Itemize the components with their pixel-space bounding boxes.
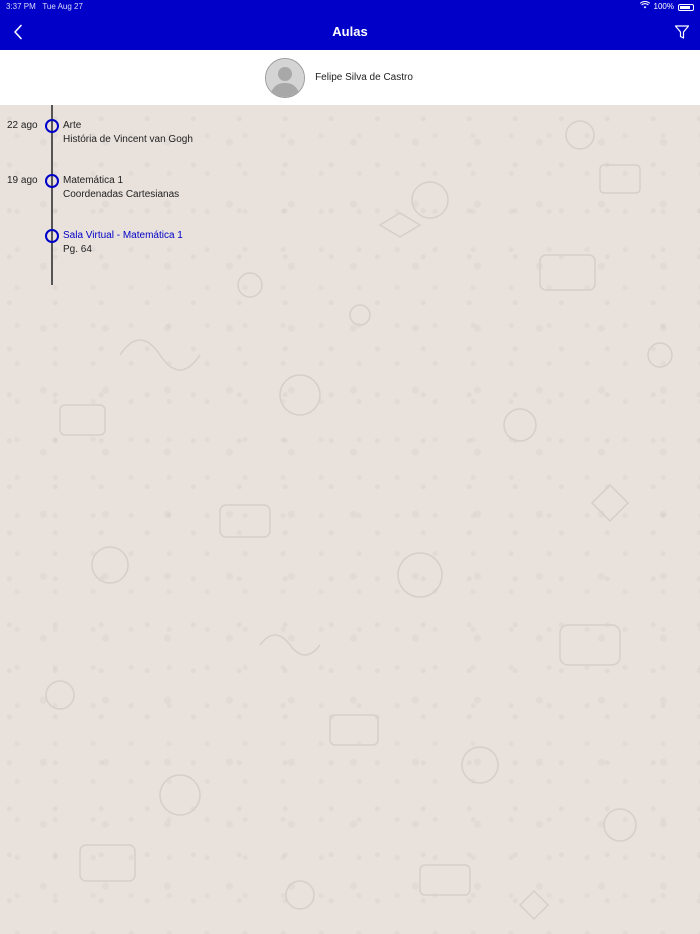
lesson-subtitle: Pg. 64 — [63, 244, 92, 255]
battery-icon — [678, 3, 694, 11]
lesson-date: 19 ago — [7, 175, 38, 186]
user-name: Felipe Silva de Castro — [315, 72, 413, 83]
user-header: Felipe Silva de Castro — [0, 50, 700, 105]
status-date: Tue Aug 27 — [42, 2, 83, 11]
filter-button[interactable] — [670, 20, 694, 44]
status-indicators: 100% — [639, 0, 694, 14]
lesson-title: Matemática 1 — [63, 175, 124, 186]
status-time: 3:37 PM — [6, 2, 36, 11]
lesson-link[interactable]: Sala Virtual - Matemática 1 — [63, 230, 183, 241]
battery-percent: 100% — [653, 2, 674, 11]
filter-icon — [674, 25, 690, 39]
timeline-dot-icon — [45, 174, 59, 188]
page-title: Aulas — [332, 24, 368, 39]
avatar — [265, 57, 306, 98]
lessons-timeline[interactable]: 22 ago Arte História de Vincent van Gogh… — [0, 105, 700, 934]
lesson-title: Arte — [63, 120, 82, 131]
lesson-subtitle: História de Vincent van Gogh — [63, 134, 193, 145]
timeline-dot-icon — [45, 229, 59, 243]
status-time-date: 3:37 PM Tue Aug 27 — [6, 0, 83, 14]
lesson-subtitle: Coordenadas Cartesianas — [63, 189, 180, 200]
user-placeholder-icon — [266, 58, 305, 97]
wifi-icon — [639, 0, 650, 14]
timeline-dot-icon — [45, 119, 59, 133]
nav-bar: Aulas — [0, 14, 700, 50]
lesson-date: 22 ago — [7, 120, 38, 131]
status-bar: 3:37 PM Tue Aug 27 100% — [0, 0, 700, 14]
